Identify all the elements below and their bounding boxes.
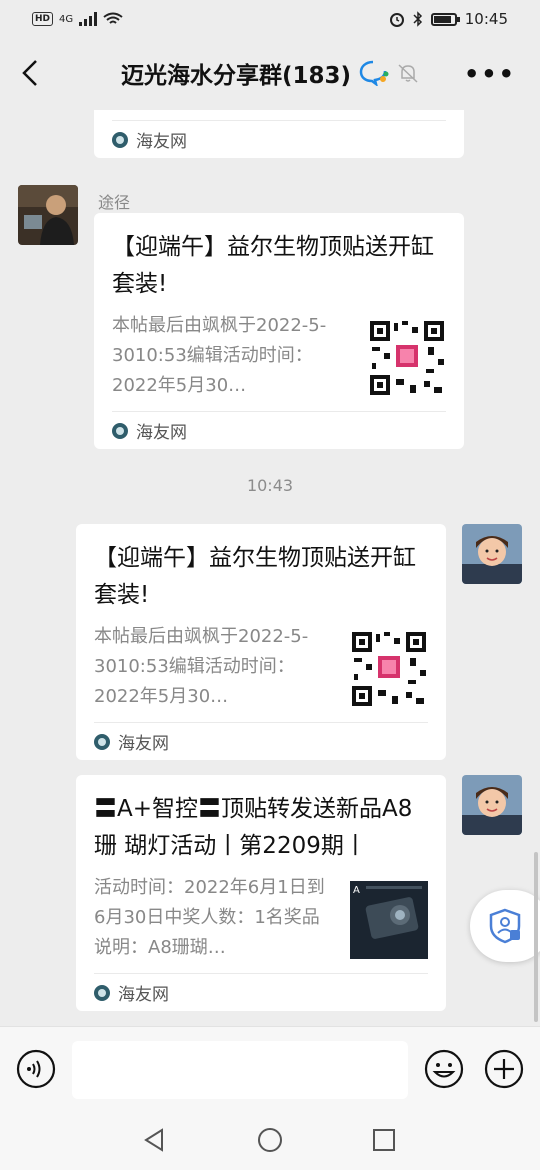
avatar-photo <box>18 185 78 245</box>
mute-bell-icon <box>398 64 418 83</box>
title-wrap: 迈光海水分享群(183) <box>0 56 540 90</box>
card-body: 本帖最后由飒枫于2022-5-3010:53编辑活动时间：2022年5月30… <box>94 622 428 712</box>
card-title: 【迎端午】益尔生物顶贴送开缸套装! <box>94 545 416 608</box>
my-avatar[interactable] <box>462 775 522 835</box>
card-title: 【迎端午】益尔生物顶贴送开缸套装! <box>112 234 434 297</box>
chat-header: 迈光海水分享群(183) ••• <box>0 38 540 110</box>
emoji-icon[interactable] <box>424 1049 464 1089</box>
chat-title[interactable]: 迈光海水分享群(183) <box>121 56 351 90</box>
hd-badge: HD <box>32 12 54 26</box>
card-footer: 海友网 <box>94 722 428 760</box>
message-timestamp: 10:43 <box>246 476 294 495</box>
group-chat-icon <box>359 60 389 86</box>
card-source: 海友网 <box>118 985 169 1005</box>
card-description: 本帖最后由飒枫于2022-5-3010:53编辑活动时间：2022年5月30… <box>112 315 327 396</box>
card-description: 活动时间：2022年6月1日到6月30日中奖人数：1名奖品说明：A8珊瑚… <box>94 877 325 958</box>
card-body: 本帖最后由飒枫于2022-5-3010:53编辑活动时间：2022年5月30… <box>112 311 446 401</box>
card-footer: 海友网 <box>112 120 446 158</box>
card-source: 海友网 <box>136 423 187 443</box>
nav-back-icon[interactable] <box>142 1128 166 1152</box>
qr-code-thumbnail <box>368 319 446 397</box>
clock: 10:45 <box>464 10 508 28</box>
message-input[interactable] <box>72 1041 408 1099</box>
nav-home-icon[interactable] <box>257 1127 283 1153</box>
source-logo-icon <box>94 733 110 750</box>
status-left: HD 4G <box>32 12 123 26</box>
bluetooth-icon <box>413 11 422 27</box>
svg-text:A: A <box>353 885 360 896</box>
chat-area: 海友网 途径 【迎端午】益尔生物顶贴送开缸套装! 本帖最后由飒枫于2022-5-… <box>0 110 540 1026</box>
plus-icon[interactable] <box>484 1049 524 1089</box>
source-logo-icon <box>94 984 110 1001</box>
nav-recents-icon[interactable] <box>372 1128 396 1152</box>
message-card[interactable]: 【迎端午】益尔生物顶贴送开缸套装! 本帖最后由飒枫于2022-5-3010:53… <box>94 213 464 449</box>
card-footer: 海友网 <box>112 411 446 449</box>
voice-input-icon[interactable] <box>16 1049 56 1089</box>
qr-code-thumbnail <box>350 630 428 708</box>
card-footer: 海友网 <box>94 973 428 1011</box>
card-source: 海友网 <box>136 132 187 152</box>
floating-shield-button[interactable] <box>470 890 540 962</box>
avatar[interactable] <box>18 185 78 245</box>
wifi-icon <box>103 12 123 24</box>
status-right: 10:45 <box>389 10 508 28</box>
network-indicator: 4G <box>59 13 74 25</box>
message-card[interactable]: 〓A+智控〓顶贴转发送新品A8珊 瑚灯活动丨第2209期丨 活动时间：2022年… <box>76 775 446 1011</box>
card-body: 活动时间：2022年6月1日到6月30日中奖人数：1名奖品说明：A8珊瑚… A <box>94 873 428 963</box>
message-card[interactable]: 【迎端午】益尔生物顶贴送开缸套装! 本帖最后由飒枫于2022-5-3010:53… <box>76 524 446 760</box>
shield-user-icon <box>489 908 521 944</box>
product-thumbnail: A <box>350 881 428 959</box>
message-card-partial[interactable]: 海友网 <box>94 110 464 158</box>
sender-name: 途径 <box>98 193 131 212</box>
my-avatar[interactable] <box>462 524 522 584</box>
avatar-photo <box>462 775 522 835</box>
scrollbar[interactable] <box>534 852 538 1022</box>
status-bar: HD 4G 10:45 <box>0 0 540 38</box>
card-title: 〓A+智控〓顶贴转发送新品A8珊 瑚灯活动丨第2209期丨 <box>94 796 413 859</box>
system-nav-bar <box>0 1116 540 1170</box>
card-description: 本帖最后由飒枫于2022-5-3010:53编辑活动时间：2022年5月30… <box>94 626 309 707</box>
input-bar <box>0 1026 540 1116</box>
source-logo-icon <box>112 422 128 439</box>
signal-icon <box>79 12 98 26</box>
avatar-photo <box>462 524 522 584</box>
card-source: 海友网 <box>118 734 169 754</box>
source-logo-icon <box>112 131 128 148</box>
battery-icon <box>430 12 460 26</box>
more-options-icon[interactable]: ••• <box>464 60 516 88</box>
alarm-icon <box>389 13 404 27</box>
